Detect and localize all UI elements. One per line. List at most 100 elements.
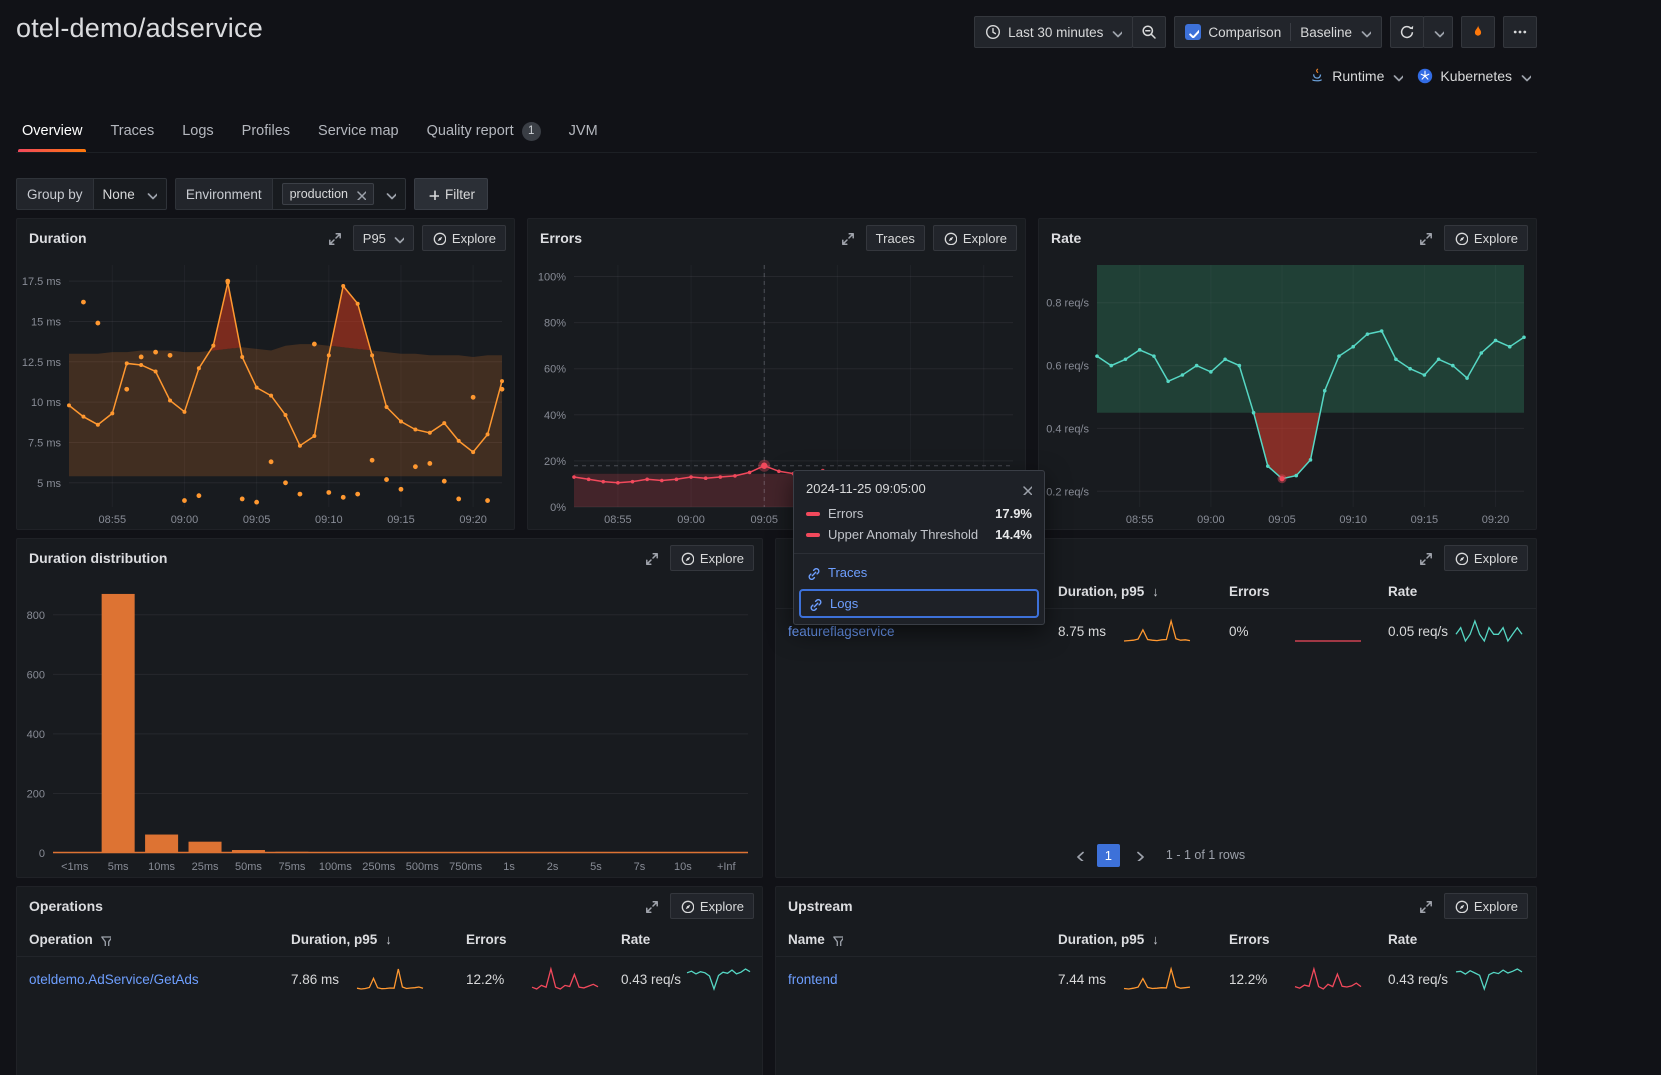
- rate-value: 0.43 req/s: [621, 971, 682, 987]
- divider: [1290, 23, 1292, 41]
- duration-expand-button[interactable]: [323, 227, 345, 249]
- upstream-panel-title: Upstream: [788, 898, 853, 914]
- rate-chart[interactable]: 0.2 req/s 0.4 req/s 0.6 req/s 0.8 req/s 08:5…: [1039, 255, 1536, 529]
- rate-expand-button[interactable]: [1414, 227, 1436, 249]
- tab-service-map[interactable]: Service map: [304, 110, 413, 152]
- remove-chip-icon[interactable]: [354, 188, 366, 200]
- duration-explore-button[interactable]: Explore: [421, 225, 506, 251]
- close-icon[interactable]: [1020, 483, 1032, 495]
- pagination-summary: 1 - 1 of 1 rows: [1165, 848, 1246, 862]
- runtime-switcher[interactable]: Runtime: [1309, 68, 1404, 84]
- errors-expand-button[interactable]: [836, 227, 858, 249]
- svg-text:09:00: 09:00: [171, 514, 199, 526]
- svg-text:0.6 req/s: 0.6 req/s: [1046, 361, 1089, 373]
- tab-quality-report[interactable]: Quality report 1: [413, 110, 555, 152]
- page-header: otel-demo/adservice Last 30 minutes Comp…: [0, 0, 1661, 153]
- compass-icon: [1455, 232, 1468, 245]
- downstream-service-link[interactable]: featureflagservice: [788, 624, 895, 639]
- svg-text:0.8 req/s: 0.8 req/s: [1046, 298, 1089, 310]
- svg-text:500ms: 500ms: [406, 861, 440, 873]
- chevron-down-icon: [1394, 75, 1404, 82]
- svg-text:0.4 req/s: 0.4 req/s: [1046, 423, 1089, 435]
- col-errors[interactable]: Errors: [1229, 584, 1388, 599]
- operations-expand-button[interactable]: [640, 895, 662, 917]
- chevron-down-icon: [1361, 31, 1371, 38]
- context-toolbar: Runtime Kubernetes: [1309, 68, 1531, 84]
- group-by-select[interactable]: None: [92, 178, 167, 210]
- expand-icon: [645, 901, 658, 913]
- rate-explore-button[interactable]: Explore: [1443, 225, 1528, 251]
- svg-text:+Inf: +Inf: [717, 861, 737, 873]
- svg-text:08:55: 08:55: [1126, 514, 1154, 526]
- comparison-checkbox[interactable]: [1185, 24, 1202, 40]
- expand-icon: [1419, 901, 1432, 913]
- svg-text:800: 800: [27, 610, 45, 622]
- col-name[interactable]: Name: [788, 932, 1058, 947]
- tab-overview[interactable]: Overview: [8, 110, 96, 152]
- col-rate[interactable]: Rate: [1388, 584, 1526, 599]
- tooltip-series-errors: Errors 17.9%: [794, 503, 1044, 524]
- time-range-picker[interactable]: Last 30 minutes: [974, 16, 1134, 48]
- current-page[interactable]: 1: [1096, 843, 1120, 867]
- more-options-button[interactable]: [1503, 16, 1537, 48]
- tab-traces[interactable]: Traces: [96, 110, 168, 152]
- distribution-chart[interactable]: 0 200 400 600 800 <1ms 5ms 10ms 25ms 50ms 75ms 100m…: [17, 575, 762, 877]
- upstream-explore-button[interactable]: Explore: [1443, 893, 1528, 919]
- col-duration[interactable]: Duration, p95 ↓: [291, 932, 466, 947]
- downstream-explore-button[interactable]: Explore: [1443, 545, 1528, 571]
- chevron-down-icon: [1521, 75, 1531, 82]
- svg-text:2s: 2s: [547, 861, 559, 873]
- col-rate[interactable]: Rate: [1388, 932, 1526, 947]
- environment-chip: production: [281, 183, 374, 205]
- errors-value: 0%: [1229, 623, 1249, 639]
- distribution-explore-button[interactable]: Explore: [669, 545, 754, 571]
- col-duration[interactable]: Duration, p95 ↓: [1058, 584, 1229, 599]
- col-errors[interactable]: Errors: [466, 932, 621, 947]
- svg-text:50ms: 50ms: [235, 861, 262, 873]
- operation-link[interactable]: oteldemo.AdService/GetAds: [29, 972, 199, 987]
- svg-text:60%: 60%: [544, 364, 566, 376]
- tab-logs[interactable]: Logs: [168, 110, 227, 152]
- duration-panel-title: Duration: [29, 230, 87, 246]
- zoom-out-time-button[interactable]: [1132, 16, 1167, 48]
- prev-page-button[interactable]: [1067, 843, 1091, 867]
- percentile-dropdown[interactable]: P95: [352, 225, 414, 251]
- expand-icon: [841, 233, 854, 245]
- next-page-button[interactable]: [1126, 843, 1150, 867]
- chevron-down-icon: [1434, 31, 1444, 38]
- duration-chart[interactable]: 5 ms 7.5 ms 10 ms 12.5 ms 15 ms 17.5 ms 08:55 0…: [17, 255, 514, 529]
- filter-icon[interactable]: [99, 934, 111, 946]
- filter-icon[interactable]: [831, 934, 843, 946]
- comparison-control[interactable]: Comparison Baseline: [1174, 16, 1382, 48]
- tab-jvm[interactable]: JVM: [555, 110, 612, 152]
- svg-text:17.5 ms: 17.5 ms: [22, 276, 62, 288]
- errors-explore-button[interactable]: Explore: [932, 225, 1017, 251]
- tooltip-traces-link[interactable]: Traces: [794, 558, 1044, 587]
- errors-traces-button[interactable]: Traces: [865, 225, 925, 251]
- col-rate[interactable]: Rate: [621, 932, 752, 947]
- duration-sparkline: [1122, 966, 1192, 992]
- distribution-expand-button[interactable]: [640, 547, 662, 569]
- operations-explore-button[interactable]: Explore: [669, 893, 754, 919]
- kubernetes-switcher[interactable]: Kubernetes: [1417, 68, 1531, 84]
- upstream-service-link[interactable]: frontend: [788, 972, 838, 987]
- svg-text:09:15: 09:15: [1411, 514, 1439, 526]
- svg-text:5ms: 5ms: [108, 861, 129, 873]
- chevron-left-icon: [1077, 851, 1084, 861]
- col-duration[interactable]: Duration, p95 ↓: [1058, 932, 1229, 947]
- errors-value: 12.2%: [466, 971, 505, 987]
- tooltip-logs-link[interactable]: Logs: [799, 589, 1039, 618]
- col-operation[interactable]: Operation: [29, 932, 291, 947]
- upstream-expand-button[interactable]: [1414, 895, 1436, 917]
- col-errors[interactable]: Errors: [1229, 932, 1388, 947]
- refresh-interval-dropdown[interactable]: [1423, 16, 1453, 48]
- downstream-expand-button[interactable]: [1414, 547, 1436, 569]
- svg-text:40%: 40%: [544, 410, 566, 422]
- errors-value: 12.2%: [1229, 971, 1268, 987]
- tabs-divider: [16, 152, 1537, 153]
- refresh-button[interactable]: [1390, 16, 1424, 48]
- environment-select[interactable]: production: [271, 178, 406, 210]
- flame-button[interactable]: [1461, 16, 1495, 48]
- tab-profiles[interactable]: Profiles: [228, 110, 304, 152]
- add-filter-button[interactable]: Filter: [413, 178, 488, 210]
